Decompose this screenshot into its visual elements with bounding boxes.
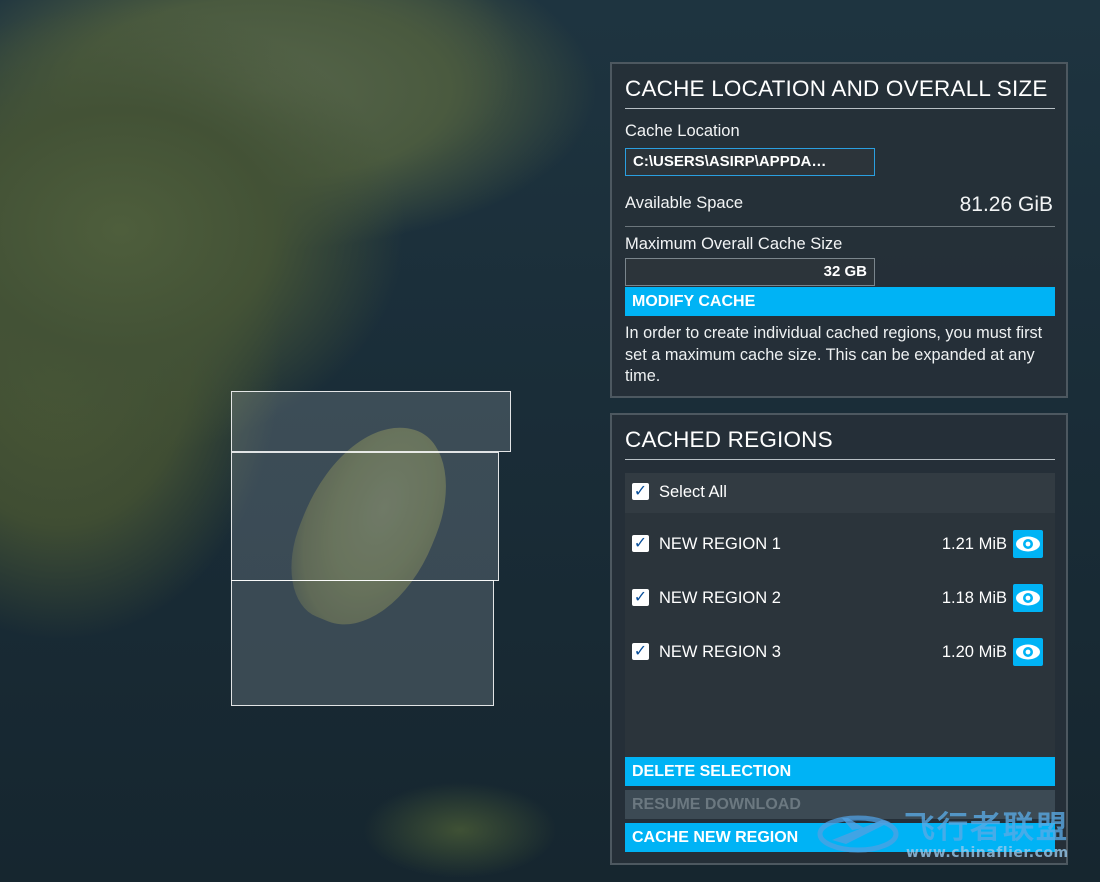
resume-download-button[interactable]: RESUME DOWNLOAD bbox=[625, 790, 1055, 819]
cache-location-panel: CACHE LOCATION AND OVERALL SIZE Cache Lo… bbox=[610, 62, 1068, 398]
list-item[interactable]: ✓ NEW REGION 1 1.21 MiB bbox=[625, 525, 1055, 565]
map-region-box-1[interactable] bbox=[231, 391, 511, 452]
list-item[interactable]: ✓ NEW REGION 2 1.18 MiB bbox=[625, 579, 1055, 619]
eye-icon[interactable] bbox=[1013, 530, 1043, 558]
max-cache-label: Maximum Overall Cache Size bbox=[625, 235, 843, 253]
panel-title: CACHE LOCATION AND OVERALL SIZE bbox=[625, 76, 1055, 109]
select-all-row[interactable]: ✓ Select All bbox=[625, 473, 1055, 513]
panel-title: CACHED REGIONS bbox=[625, 427, 1055, 460]
cache-new-region-button[interactable]: CACHE NEW REGION bbox=[625, 823, 1055, 852]
select-all-label: Select All bbox=[659, 483, 727, 501]
delete-selection-button[interactable]: DELETE SELECTION bbox=[625, 757, 1055, 786]
max-cache-size-field[interactable]: 32 GB bbox=[625, 258, 875, 286]
divider bbox=[625, 226, 1055, 227]
regions-list[interactable]: ✓ Select All ✓ NEW REGION 1 1.21 MiB ✓ N… bbox=[625, 473, 1055, 757]
region-name: NEW REGION 3 bbox=[659, 643, 781, 661]
region-checkbox[interactable]: ✓ bbox=[632, 643, 649, 660]
cache-location-label: Cache Location bbox=[625, 122, 740, 140]
region-checkbox[interactable]: ✓ bbox=[632, 589, 649, 606]
eye-icon[interactable] bbox=[1013, 638, 1043, 666]
modify-cache-button[interactable]: MODIFY CACHE bbox=[625, 287, 1055, 316]
available-space-value: 81.26 GiB bbox=[959, 193, 1053, 216]
region-size: 1.21 MiB bbox=[941, 535, 1007, 553]
region-name: NEW REGION 2 bbox=[659, 589, 781, 607]
region-size: 1.20 MiB bbox=[941, 643, 1007, 661]
available-space-label: Available Space bbox=[625, 194, 744, 212]
map-region-box-2[interactable] bbox=[231, 452, 499, 581]
region-checkbox[interactable]: ✓ bbox=[632, 535, 649, 552]
list-item[interactable]: ✓ NEW REGION 3 1.20 MiB bbox=[625, 633, 1055, 673]
cache-info-text: In order to create individual cached reg… bbox=[625, 324, 1043, 385]
region-size: 1.18 MiB bbox=[941, 589, 1007, 607]
cached-regions-panel: CACHED REGIONS ✓ Select All ✓ NEW REGION… bbox=[610, 413, 1068, 865]
region-name: NEW REGION 1 bbox=[659, 535, 781, 553]
select-all-checkbox[interactable]: ✓ bbox=[632, 483, 649, 500]
cache-location-field[interactable]: C:\USERS\ASIRP\APPDA… bbox=[625, 148, 875, 176]
eye-icon[interactable] bbox=[1013, 584, 1043, 612]
map-region-box-3[interactable] bbox=[231, 580, 494, 706]
